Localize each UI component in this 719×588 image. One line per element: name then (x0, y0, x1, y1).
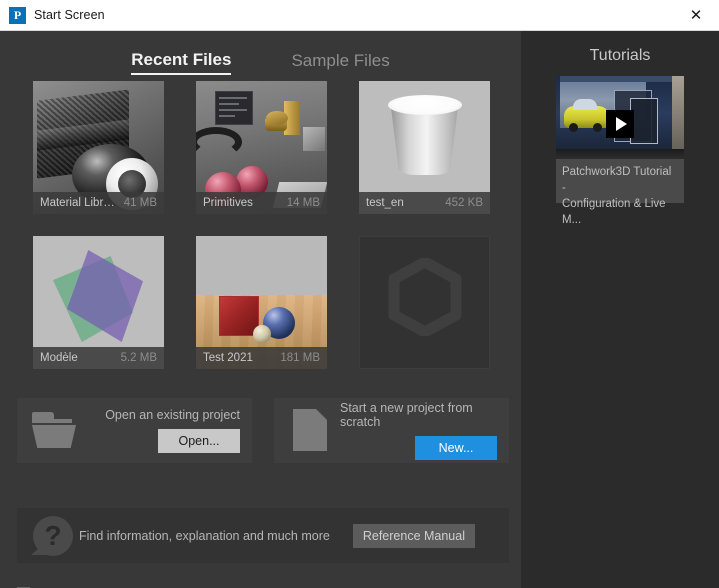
hexagon-icon (388, 258, 462, 336)
file-name: Primitives (203, 197, 253, 209)
file-caption: Primitives 14 MB (196, 192, 327, 214)
file-thumbnail-placeholder (359, 236, 490, 369)
title-bar: P Start Screen ✕ (0, 0, 719, 31)
file-size: 181 MB (280, 352, 320, 364)
file-name: test_en (366, 197, 404, 209)
file-name: Material Libraries (40, 197, 118, 209)
document-icon (274, 398, 340, 463)
help-card: ? Find information, explanation and much… (17, 508, 509, 563)
file-name: Modèle (40, 352, 78, 364)
tutorials-panel: Tutorials Patchwork3D Tutorial - Configu… (521, 31, 719, 588)
file-card-material-libraries[interactable]: Material Libraries 41 MB (33, 81, 164, 214)
open-button[interactable]: Open... (158, 429, 240, 453)
close-icon[interactable]: ✕ (673, 0, 719, 30)
app-logo-letter: P (14, 9, 21, 21)
file-name: Test 2021 (203, 352, 253, 364)
file-caption: test_en 452 KB (359, 192, 490, 214)
tutorial-caption-line1: Patchwork3D Tutorial - (562, 164, 678, 196)
window-title: Start Screen (34, 8, 105, 22)
file-size: 14 MB (287, 197, 320, 209)
start-screen-window: P Start Screen ✕ Recent Files Sample Fil… (0, 0, 719, 588)
tab-bar: Recent Files Sample Files (0, 45, 521, 79)
file-card-empty-slot[interactable] (359, 236, 490, 369)
new-project-card[interactable]: Start a new project from scratch New... (274, 398, 509, 463)
file-card-modele[interactable]: Modèle 5.2 MB (33, 236, 164, 369)
file-size: 5.2 MB (121, 352, 157, 364)
question-mark-icon: ? (17, 508, 79, 563)
file-size: 41 MB (124, 197, 157, 209)
new-project-label: Start a new project from scratch (340, 401, 497, 429)
file-card-test-en[interactable]: test_en 452 KB (359, 81, 490, 214)
file-caption: Modèle 5.2 MB (33, 347, 164, 369)
main-panel: Recent Files Sample Files Material Libra… (0, 31, 521, 588)
new-button[interactable]: New... (415, 436, 497, 460)
tutorial-card[interactable]: Patchwork3D Tutorial - Configuration & L… (556, 76, 684, 203)
tutorials-title: Tutorials (521, 47, 719, 65)
file-caption: Material Libraries 41 MB (33, 192, 164, 214)
action-cards: Open an existing project Open... Start a… (17, 398, 509, 463)
file-caption: Test 2021 181 MB (196, 347, 327, 369)
play-icon[interactable] (606, 110, 634, 138)
tab-sample-files[interactable]: Sample Files (291, 51, 389, 74)
file-size: 452 KB (445, 197, 483, 209)
file-card-primitives[interactable]: Primitives 14 MB (196, 81, 327, 214)
tutorial-caption-line2: Configuration & Live M... (562, 196, 678, 228)
open-project-card[interactable]: Open an existing project Open... (17, 398, 252, 463)
open-project-label: Open an existing project (105, 408, 240, 422)
reference-manual-button[interactable]: Reference Manual (353, 524, 475, 548)
tab-recent-files[interactable]: Recent Files (131, 50, 231, 75)
app-logo-icon: P (9, 7, 26, 24)
recent-files-grid: Material Libraries 41 MB (33, 81, 493, 369)
help-label: Find information, explanation and much m… (79, 529, 353, 543)
folder-icon (17, 398, 83, 463)
file-card-test-2021[interactable]: Test 2021 181 MB (196, 236, 327, 369)
tutorial-thumbnail (556, 76, 684, 159)
tutorial-caption: Patchwork3D Tutorial - Configuration & L… (556, 159, 684, 203)
